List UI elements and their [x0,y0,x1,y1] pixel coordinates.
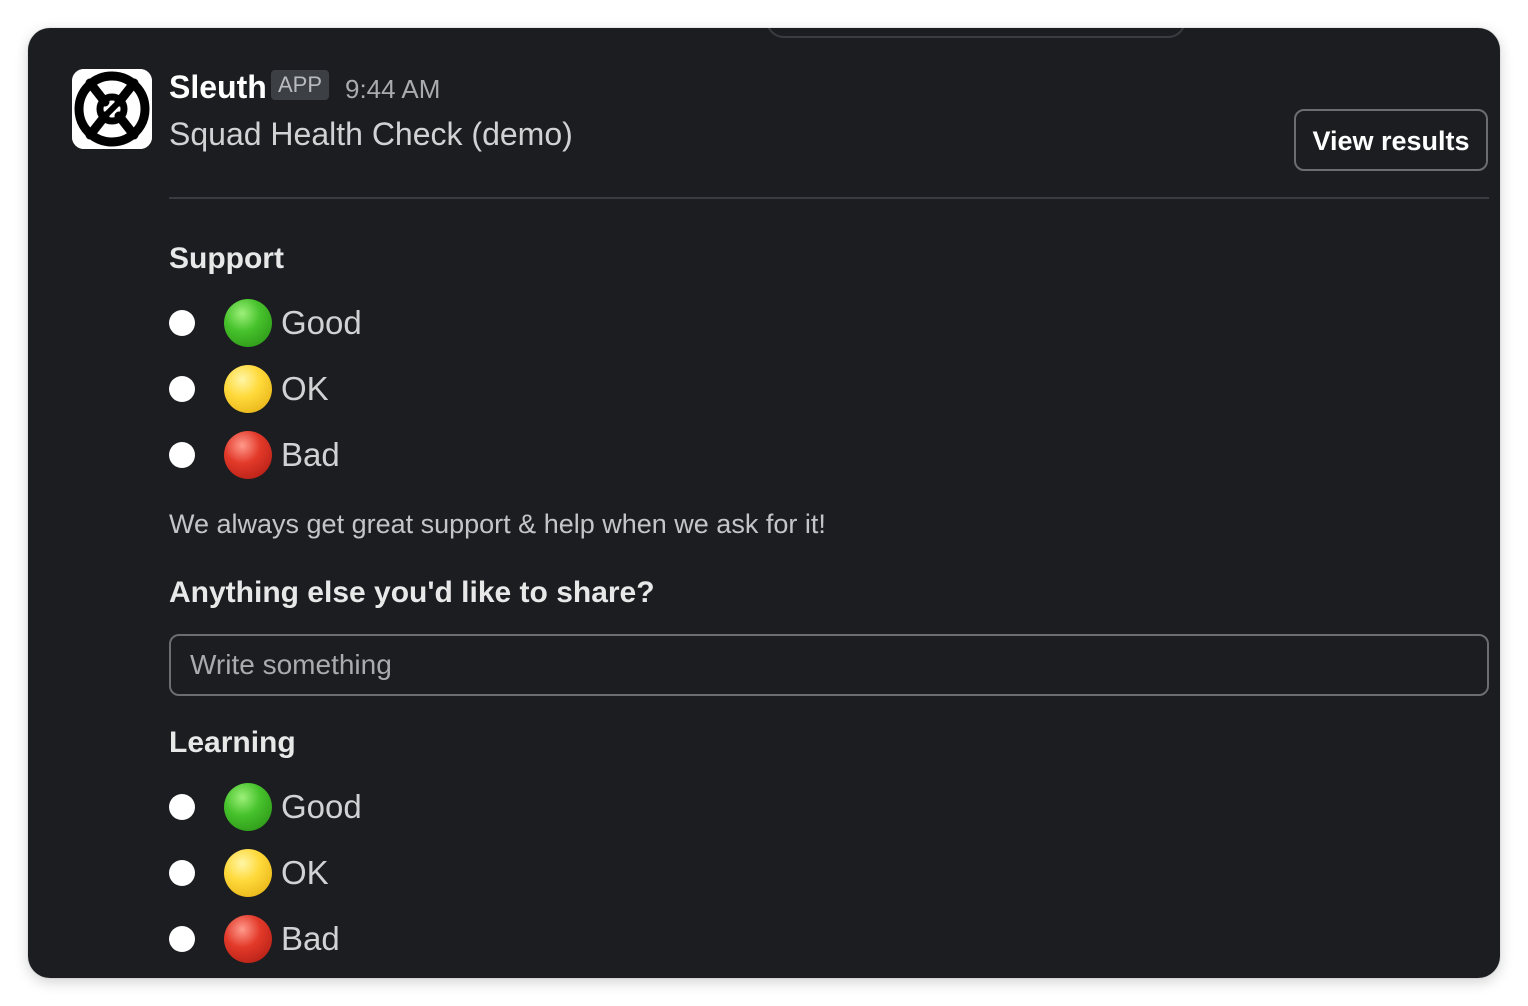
comment-input[interactable] [169,634,1489,696]
sleuth-logo-icon[interactable] [72,69,152,149]
app-name[interactable]: Sleuth [169,68,267,106]
red-circle-icon [224,431,272,479]
message-title: Squad Health Check (demo) [169,116,573,152]
red-circle-icon [224,915,272,963]
option-label: Good [281,304,362,341]
radio-button[interactable] [169,860,195,886]
section-title-support: Support [169,242,284,275]
option-label: OK [281,854,329,891]
support-option-good[interactable]: Good [169,298,569,348]
yellow-circle-icon [224,849,272,897]
radio-button[interactable] [169,442,195,468]
option-label: Good [281,788,362,825]
radio-button[interactable] [169,794,195,820]
message-card: Sleuth APP 9:44 AM Squad Health Check (d… [28,28,1500,978]
learning-option-ok[interactable]: OK [169,848,569,898]
learning-option-bad[interactable]: Bad [169,914,569,964]
comment-label: Anything else you'd like to share? [169,576,655,609]
yellow-circle-icon [224,365,272,413]
option-label: Bad [281,920,340,957]
message-timestamp[interactable]: 9:44 AM [345,72,440,106]
support-option-bad[interactable]: Bad [169,430,569,480]
green-circle-icon [224,783,272,831]
divider [169,197,1489,199]
radio-button[interactable] [169,926,195,952]
top-pill-outline [766,28,1186,38]
view-results-button[interactable]: View results [1294,109,1488,171]
option-label: OK [281,370,329,407]
green-circle-icon [224,299,272,347]
radio-button[interactable] [169,310,195,336]
app-badge: APP [271,70,330,100]
radio-button[interactable] [169,376,195,402]
learning-option-good[interactable]: Good [169,782,569,832]
section-title-learning: Learning [169,726,296,759]
option-label: Bad [281,436,340,473]
support-option-ok[interactable]: OK [169,364,569,414]
support-description: We always get great support & help when … [169,509,826,539]
